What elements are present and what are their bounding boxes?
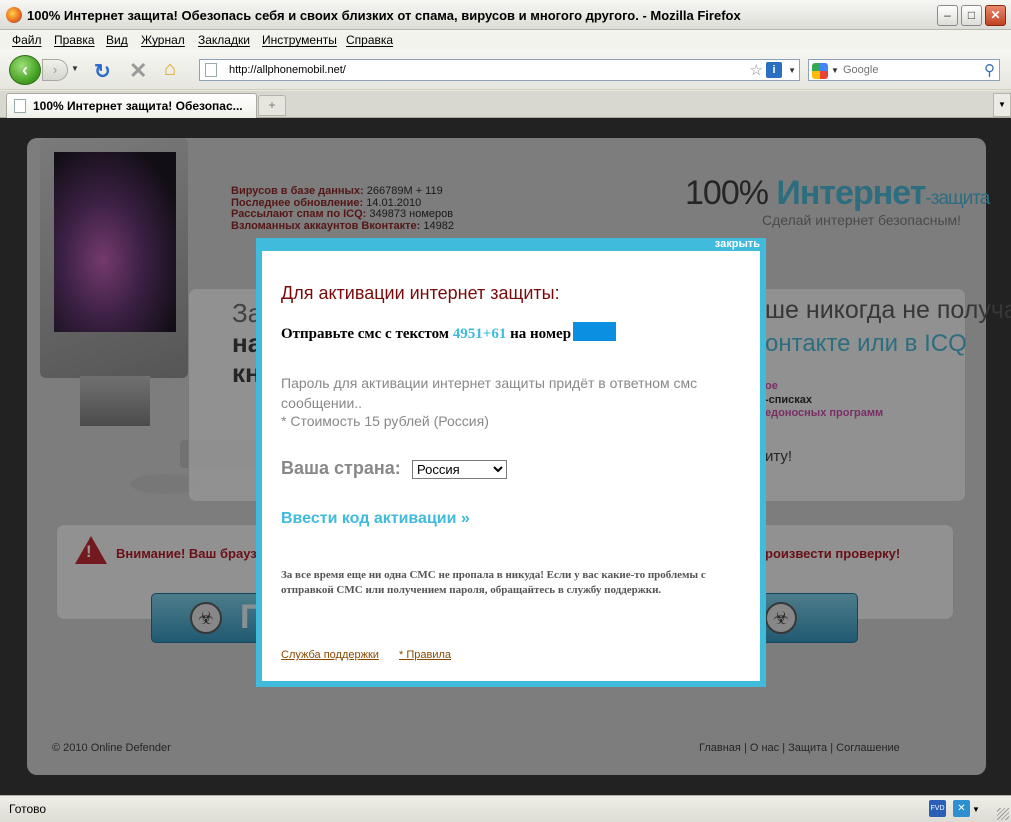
search-engine-dropdown-icon[interactable]: ▼ — [831, 66, 839, 75]
search-bar[interactable]: ▼ ⚲ — [808, 59, 1000, 81]
menu-tools[interactable]: Инструменты — [262, 33, 337, 47]
minimize-button[interactable]: – — [937, 5, 958, 26]
page-icon — [205, 63, 217, 77]
tab-page-icon — [14, 99, 26, 113]
menu-help[interactable]: Справка — [346, 33, 393, 47]
country-label: Ваша страна: — [281, 458, 401, 478]
status-bar: Готово FVD ✕ ▼ — [0, 795, 1011, 822]
support-link[interactable]: Служба поддержки — [281, 649, 379, 661]
back-button[interactable]: ‹ — [9, 55, 41, 85]
home-icon[interactable]: ⌂ — [164, 58, 176, 81]
navigation-toolbar: ‹ › ▼ ↻ ✕ ⌂ http://allphonemobil.net/ ☆ … — [0, 50, 1011, 90]
enter-activation-code-link[interactable]: Ввести код активации » — [281, 510, 470, 528]
tab-list-dropdown-icon[interactable]: ▼ — [993, 93, 1011, 117]
activation-modal: закрыть Для активации интернет защиты: О… — [256, 238, 766, 687]
support-note: За все время еще ни одна СМС не пропала … — [281, 569, 706, 596]
extension-dropdown-icon[interactable]: ▼ — [972, 805, 980, 814]
menu-edit[interactable]: Правка — [54, 33, 95, 47]
phone-number-box — [573, 322, 617, 341]
page-content: Вирусов в базе данных: 266789M + 119 Пос… — [0, 118, 1011, 795]
reload-icon[interactable]: ↻ — [94, 59, 111, 84]
menu-file[interactable]: Файл — [12, 33, 42, 47]
cost-note: * Стоимость 15 рублей (Россия) — [281, 413, 489, 429]
rules-link[interactable]: * Правила — [399, 649, 451, 661]
modal-body: Для активации интернет защиты: Отправьте… — [262, 251, 760, 681]
menu-history[interactable]: Журнал — [141, 33, 185, 47]
modal-title: Для активации интернет защиты: — [281, 283, 560, 303]
new-tab-button[interactable]: + — [258, 95, 286, 116]
menu-view[interactable]: Вид — [106, 33, 128, 47]
window-title: 100% Интернет защита! Обезопась себя и с… — [27, 8, 741, 23]
modal-close-button[interactable]: закрыть — [715, 238, 760, 250]
search-icon[interactable]: ⚲ — [984, 61, 995, 79]
sms-instruction: Отправьте смс с текстом 4951+61 на номер — [281, 322, 617, 343]
bookmark-star-icon[interactable]: ☆ — [750, 61, 763, 79]
maximize-button[interactable]: □ — [961, 5, 982, 26]
tab-bar: 100% Интернет защита! Обезопас... + ▼ — [0, 91, 1011, 118]
sms-code: 4951+61 — [452, 326, 507, 342]
password-info: Пароль для активации интернет защиты при… — [281, 375, 698, 411]
search-input[interactable] — [843, 64, 973, 76]
stop-icon[interactable]: ✕ — [129, 58, 147, 84]
google-icon[interactable] — [812, 63, 828, 79]
fvd-downloader-icon[interactable]: FVD — [929, 800, 946, 817]
status-text: Готово — [9, 802, 47, 816]
url-dropdown-icon[interactable]: ▼ — [788, 66, 796, 75]
url-text[interactable]: http://allphonemobil.net/ — [229, 64, 346, 76]
menu-bar: Файл Правка Вид Журнал Закладки Инструме… — [0, 30, 1011, 50]
firefox-icon — [6, 7, 22, 23]
close-window-button[interactable]: ✕ — [985, 5, 1006, 26]
resize-grip[interactable] — [997, 808, 1009, 820]
title-bar: 100% Интернет защита! Обезопась себя и с… — [0, 0, 1011, 30]
site-info-icon[interactable]: i — [766, 62, 782, 78]
address-bar[interactable]: http://allphonemobil.net/ ☆ i ▼ — [199, 59, 800, 81]
forward-button[interactable]: › — [42, 59, 68, 81]
menu-bookmarks[interactable]: Закладки — [198, 33, 250, 47]
tab-active[interactable]: 100% Интернет защита! Обезопас... — [6, 93, 257, 118]
country-select[interactable]: Россия — [412, 460, 507, 479]
history-dropdown-icon[interactable]: ▼ — [71, 64, 79, 73]
tab-label: 100% Интернет защита! Обезопас... — [33, 99, 243, 113]
extension-icon[interactable]: ✕ — [953, 800, 970, 817]
